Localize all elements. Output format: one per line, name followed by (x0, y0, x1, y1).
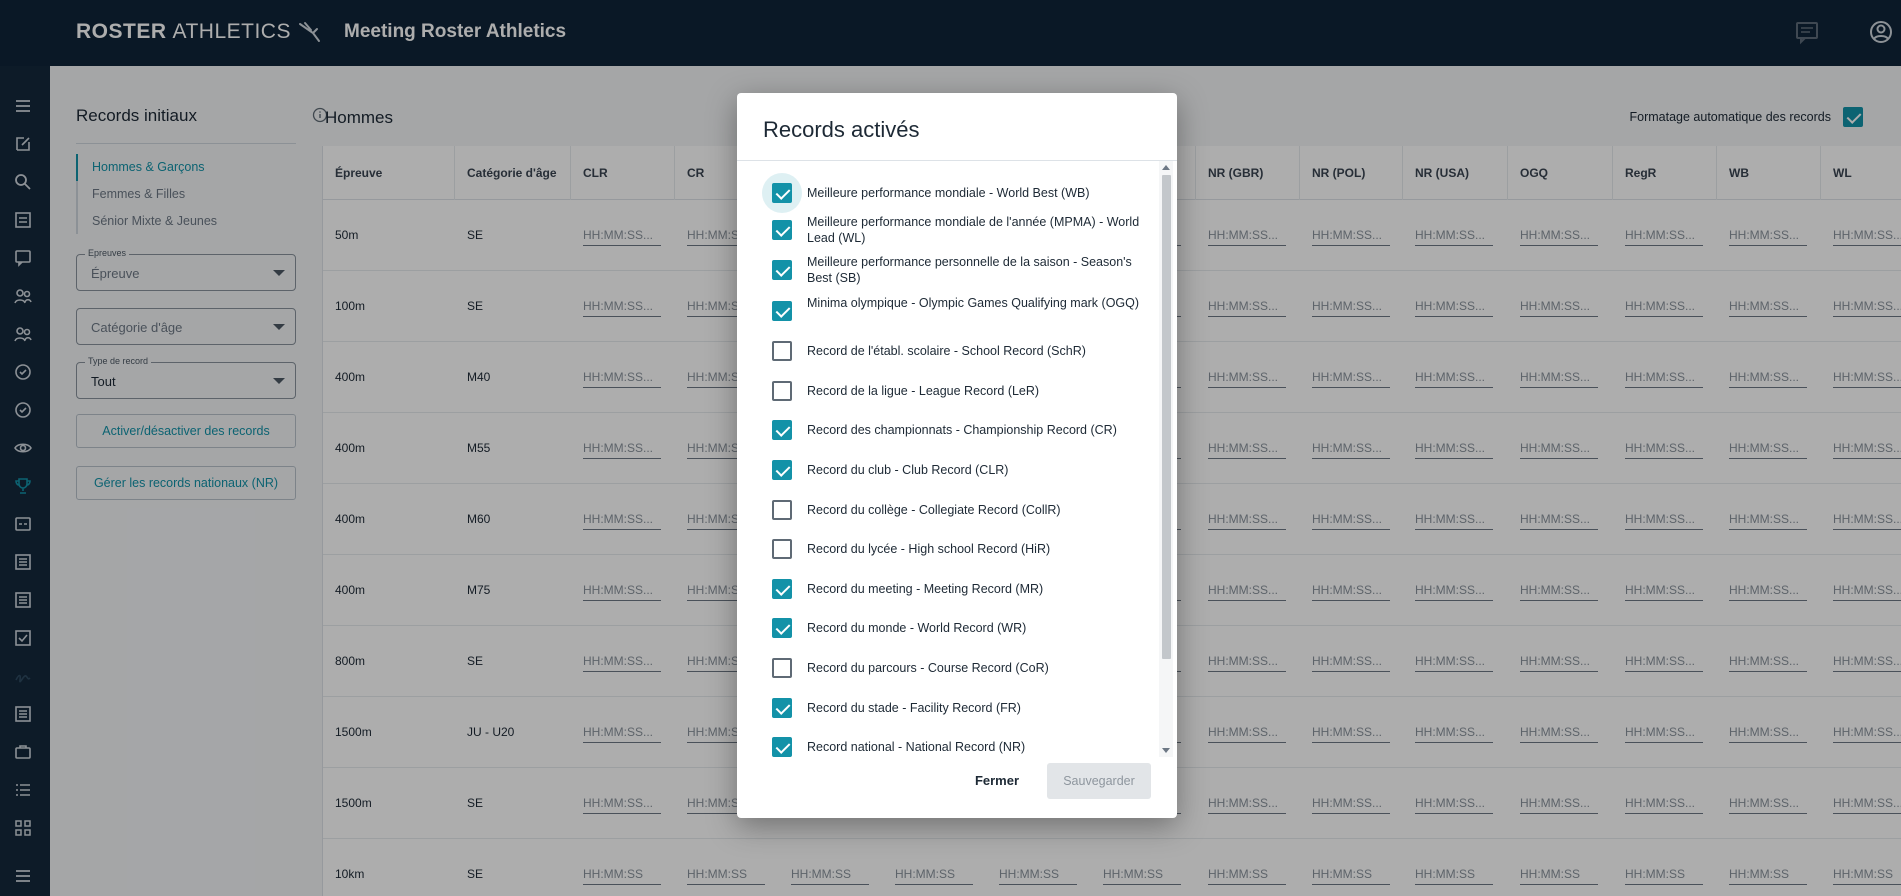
record-option[interactable]: Meilleure performance mondiale - World B… (737, 173, 1157, 213)
record-checkbox[interactable] (772, 220, 792, 240)
record-checkbox[interactable] (772, 579, 792, 599)
record-option[interactable]: Record du stade - Facility Record (FR) (737, 696, 1157, 720)
scroll-up-icon[interactable] (1162, 165, 1170, 170)
modal-title: Records activés (763, 117, 920, 142)
record-option[interactable]: Record de la ligue - League Record (LeR) (737, 379, 1157, 403)
record-option[interactable]: Record des championnats - Championship R… (737, 418, 1157, 442)
record-option[interactable]: Record du collège - Collegiate Record (C… (737, 498, 1157, 522)
record-option-label: Record de la ligue - League Record (LeR) (807, 384, 1040, 398)
record-checkbox[interactable] (772, 460, 792, 480)
record-option[interactable]: Meilleure performance mondiale de l'anné… (737, 215, 1157, 245)
record-checkbox[interactable] (772, 658, 792, 678)
record-option-label: Record du club - Club Record (CLR) (807, 463, 1009, 477)
record-option[interactable]: Meilleure performance personnelle de la … (737, 255, 1157, 285)
record-option-label: Record de l'établ. scolaire - School Rec… (807, 344, 1086, 358)
record-option-label: Record du lycée - High school Record (Hi… (807, 542, 1051, 556)
record-checkbox[interactable] (772, 260, 792, 280)
record-option-label: Meilleure performance mondiale de l'anné… (807, 215, 1140, 245)
record-option-label: Record des championnats - Championship R… (807, 423, 1117, 437)
record-option-label: Meilleure performance mondiale - World B… (807, 186, 1090, 200)
record-option[interactable]: Minima olympique - Olympic Games Qualify… (737, 296, 1157, 323)
scroll-thumb[interactable] (1162, 175, 1171, 659)
record-checkbox[interactable] (772, 539, 792, 559)
record-checkbox[interactable] (772, 500, 792, 520)
record-option-label: Record du meeting - Meeting Record (MR) (807, 582, 1044, 596)
records-modal: Records activés Meilleure performance mo… (737, 93, 1177, 818)
scroll-down-icon[interactable] (1162, 748, 1170, 753)
record-checkbox[interactable] (772, 341, 792, 361)
save-button[interactable]: Sauvegarder (1047, 763, 1151, 799)
record-checkbox[interactable] (772, 618, 792, 638)
record-option-label: Record national - National Record (NR) (807, 740, 1026, 754)
record-option-label: Record du stade - Facility Record (FR) (807, 701, 1021, 715)
record-checkbox[interactable] (772, 698, 792, 718)
record-option-label: Record du monde - World Record (WR) (807, 621, 1027, 635)
record-checkbox[interactable] (772, 301, 792, 321)
records-option-list: Meilleure performance mondiale - World B… (737, 161, 1177, 757)
record-option[interactable]: Record du club - Club Record (CLR) (737, 458, 1157, 482)
record-option[interactable]: Record du monde - World Record (WR) (737, 616, 1157, 640)
record-checkbox[interactable] (772, 420, 792, 440)
record-option[interactable]: Record national - National Record (NR) (737, 735, 1157, 757)
record-option[interactable]: Record du lycée - High school Record (Hi… (737, 537, 1157, 561)
scrollbar[interactable] (1159, 161, 1173, 757)
record-option-label: Record du parcours - Course Record (CoR) (807, 661, 1049, 675)
record-option-label: Minima olympique - Olympic Games Qualify… (807, 296, 1140, 310)
record-option-label: Record du collège - Collegiate Record (C… (807, 503, 1061, 517)
record-option[interactable]: Record du parcours - Course Record (CoR) (737, 656, 1157, 680)
record-option[interactable]: Record de l'établ. scolaire - School Rec… (737, 339, 1157, 363)
record-checkbox[interactable] (772, 183, 792, 203)
close-button[interactable]: Fermer (957, 763, 1037, 799)
record-checkbox[interactable] (772, 737, 792, 757)
record-checkbox[interactable] (772, 381, 792, 401)
record-option[interactable]: Record du meeting - Meeting Record (MR) (737, 577, 1157, 601)
record-option-label: Meilleure performance personnelle de la … (807, 255, 1132, 285)
